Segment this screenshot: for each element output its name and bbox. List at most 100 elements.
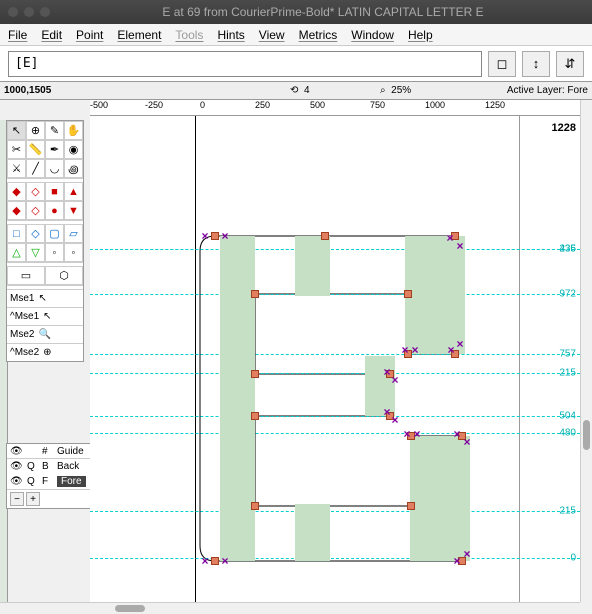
control-handle[interactable]: × xyxy=(462,437,472,447)
curve-tool[interactable]: ◡ xyxy=(45,159,64,178)
control-handle[interactable]: × xyxy=(200,231,210,241)
tool-palette: ↖ ⊕ ✎ ✋ ✂ 📏 ✒ ◉ ⚔ ╱ ◡ ꩜ ◆ ◇ ■ ▲ ◆ ◇ ● ▼ … xyxy=(6,120,84,362)
scrollbar-thumb[interactable] xyxy=(583,420,590,450)
skew-tool[interactable]: ▱ xyxy=(64,224,83,243)
add-point-alt2[interactable]: ◇ xyxy=(26,201,45,220)
pointer-tool[interactable]: ↖ xyxy=(7,121,26,140)
spiro-tool[interactable]: ◉ xyxy=(64,140,83,159)
flip-tool[interactable]: ◇ xyxy=(26,224,45,243)
vertical-scrollbar[interactable] xyxy=(580,100,592,602)
control-handle[interactable]: × xyxy=(445,233,455,243)
magnify-tool[interactable]: ⊕ xyxy=(26,121,45,140)
anchor-point[interactable] xyxy=(407,502,415,510)
ellipse-tool[interactable]: ⬡ xyxy=(45,266,83,285)
anchor-point[interactable] xyxy=(321,232,329,240)
minimize-icon[interactable] xyxy=(24,7,34,17)
ascender-value: 1228 xyxy=(552,122,576,134)
control-handle[interactable]: × xyxy=(220,556,230,566)
toolbar-button-1[interactable]: ◻ xyxy=(488,51,516,77)
perspective-tool[interactable]: ▽ xyxy=(26,243,45,262)
tool-e2[interactable]: ◦ xyxy=(64,243,83,262)
control-handle[interactable]: × xyxy=(452,429,462,439)
rotate3d-tool[interactable]: △ xyxy=(7,243,26,262)
menu-hints[interactable]: Hints xyxy=(217,28,244,42)
add-tangent-point[interactable]: ▲ xyxy=(64,182,83,201)
control-handle[interactable]: × xyxy=(452,556,462,566)
toolbar-button-3[interactable]: ⇵ xyxy=(556,51,584,77)
scrollbar-thumb[interactable] xyxy=(115,605,145,612)
knife-tool[interactable]: ⚔ xyxy=(7,159,26,178)
rotate-tool[interactable]: ▢ xyxy=(45,224,64,243)
horizontal-guide[interactable] xyxy=(90,354,580,355)
control-handle[interactable]: × xyxy=(410,345,420,355)
horizontal-guide[interactable] xyxy=(90,373,580,374)
horizontal-scrollbar[interactable] xyxy=(0,602,580,614)
horizontal-ruler[interactable]: -500-250025050075010001250 xyxy=(90,100,580,116)
anchor-point[interactable] xyxy=(211,557,219,565)
rect-tool[interactable]: ▭ xyxy=(7,266,45,285)
anchor-point[interactable] xyxy=(211,232,219,240)
horizontal-guide[interactable] xyxy=(90,294,580,295)
glyph-canvas[interactable]: 1228 2364359727572155044802150××××××××××… xyxy=(90,116,580,602)
layer-add-button[interactable]: + xyxy=(26,492,40,506)
menu-tools[interactable]: Tools xyxy=(175,28,203,42)
menu-element[interactable]: Element xyxy=(117,28,161,42)
tool-e1[interactable]: ◦ xyxy=(45,243,64,262)
control-handle[interactable]: × xyxy=(462,549,472,559)
add-point-alt3[interactable]: ● xyxy=(45,201,64,220)
control-handle[interactable]: × xyxy=(220,231,230,241)
ruler-tool[interactable]: 📏 xyxy=(26,140,45,159)
rotation-icon: ⟲ xyxy=(290,85,298,96)
add-curve-point[interactable]: ◆ xyxy=(7,182,26,201)
control-handle[interactable]: × xyxy=(402,429,412,439)
cut-tool[interactable]: ✂ xyxy=(7,140,26,159)
status-bar: 1000,1505 ⟲ 4 ⌕ 25% Active Layer: Fore xyxy=(0,82,592,100)
ruler-tick: 750 xyxy=(370,100,385,116)
control-handle[interactable]: × xyxy=(390,415,400,425)
horizontal-guide[interactable] xyxy=(90,558,580,559)
menu-view[interactable]: View xyxy=(259,28,285,42)
scale-tool[interactable]: □ xyxy=(7,224,26,243)
freehand-tool[interactable]: ✎ xyxy=(45,121,64,140)
hand-tool[interactable]: ✋ xyxy=(64,121,83,140)
glyph-name-input[interactable] xyxy=(8,51,482,77)
window-controls[interactable] xyxy=(8,7,50,17)
horizontal-guide[interactable] xyxy=(90,511,580,512)
measure-tool[interactable]: ╱ xyxy=(26,159,45,178)
zoom-readout: ⌕ 25% xyxy=(380,85,411,96)
toolbar-button-2[interactable]: ↕ xyxy=(522,51,550,77)
layer-remove-button[interactable]: − xyxy=(10,492,24,506)
control-handle[interactable]: × xyxy=(200,556,210,566)
control-handle[interactable]: × xyxy=(412,429,422,439)
control-handle[interactable]: × xyxy=(390,375,400,385)
menu-window[interactable]: Window xyxy=(351,28,394,42)
pen-tool[interactable]: ✒ xyxy=(45,140,64,159)
menu-edit[interactable]: Edit xyxy=(41,28,62,42)
anchor-point[interactable] xyxy=(251,290,259,298)
add-point-alt[interactable]: ◆ xyxy=(7,201,26,220)
guide-label: 215 xyxy=(559,506,576,517)
anchor-point[interactable] xyxy=(251,412,259,420)
menu-file[interactable]: File xyxy=(8,28,27,42)
control-handle[interactable]: × xyxy=(400,345,410,355)
anchor-point[interactable] xyxy=(404,290,412,298)
horizontal-guide[interactable] xyxy=(90,249,580,250)
control-handle[interactable]: × xyxy=(455,339,465,349)
close-icon[interactable] xyxy=(8,7,18,17)
menu-point[interactable]: Point xyxy=(76,28,103,42)
menu-help[interactable]: Help xyxy=(408,28,433,42)
horizontal-guide[interactable] xyxy=(90,416,580,417)
anchor-point[interactable] xyxy=(251,370,259,378)
control-handle[interactable]: × xyxy=(455,241,465,251)
window-titlebar: E at 69 from CourierPrime-Bold* LATIN CA… xyxy=(0,0,592,24)
menu-metrics[interactable]: Metrics xyxy=(299,28,338,42)
add-corner-point[interactable]: ■ xyxy=(45,182,64,201)
spiral-tool[interactable]: ꩜ xyxy=(64,159,83,178)
hint-zone xyxy=(295,504,330,561)
add-hv-curve-point[interactable]: ◇ xyxy=(26,182,45,201)
zoom-icon[interactable] xyxy=(40,7,50,17)
horizontal-guide[interactable] xyxy=(90,433,580,434)
add-point-alt4[interactable]: ▼ xyxy=(64,201,83,220)
anchor-point[interactable] xyxy=(251,502,259,510)
guide-label: 504 xyxy=(559,411,576,422)
